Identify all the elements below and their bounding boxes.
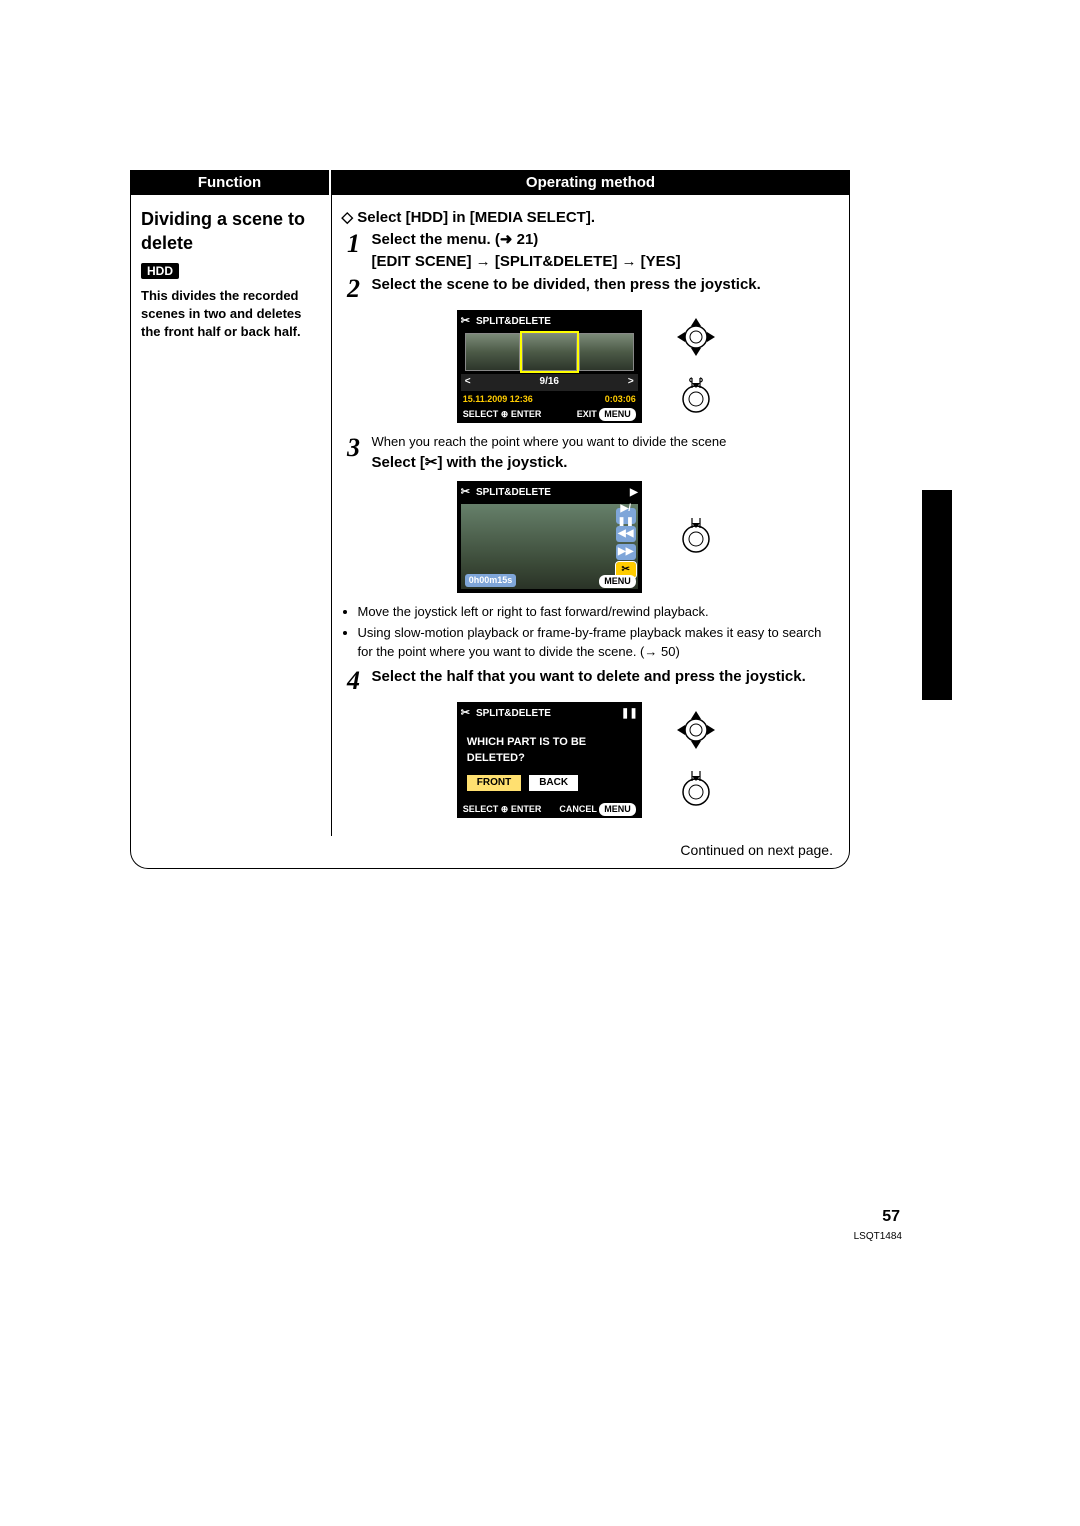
ms1-exit: EXIT [577, 409, 597, 419]
scissors-icon-3: ✂ [461, 706, 470, 722]
thumb-1 [465, 333, 520, 371]
ffwd-icon: ▶▶ [616, 544, 636, 560]
joystick-press-icon [668, 372, 724, 422]
thumb-3 [579, 333, 634, 371]
document-id: LSQT1484 [854, 1231, 902, 1242]
ms2-play: ▶ [630, 486, 638, 501]
ms1-select: SELECT [463, 409, 499, 419]
header-operating-method: Operating method [330, 170, 850, 195]
ms3-menu: MENU [599, 803, 636, 816]
step3-text-before: Select [ [372, 454, 425, 471]
function-description: This divides the recorded scenes in two … [141, 287, 321, 342]
ms2-title: SPLIT&DELETE [476, 486, 551, 501]
nav-left: < [465, 375, 471, 390]
ms3-enter: ENTER [511, 804, 542, 814]
ms3-title: SPLIT&DELETE [476, 707, 551, 722]
diamond-icon: ◇ [342, 209, 354, 226]
screenshot-choose-delete: ✂ SPLIT&DELETE ❚❚ WHICH PART IS TO BE DE… [457, 702, 642, 818]
timecode: 0h00m15s [465, 574, 517, 587]
front-button: FRONT [467, 775, 521, 792]
joystick-press-icon-2 [668, 512, 724, 562]
ms2-menu: MENU [599, 575, 636, 588]
scissors-icon: ✂ [461, 314, 470, 330]
step2-text: Select the scene to be divided, then pre… [372, 274, 840, 296]
ms3-question: WHICH PART IS TO BE DELETED? [467, 735, 632, 767]
ms1-date: 15.11.2009 12:36 [463, 393, 533, 406]
screenshot-playback: ✂ SPLIT&DELETE ▶ ▶/❚❚ ◀◀ ▶▶ ✂ [457, 481, 642, 593]
step1-ref: 21) [512, 231, 538, 248]
step1-text-b: [EDIT SCENE] → [SPLIT&DELETE] → [YES] [372, 251, 840, 273]
step3-text-after: ] with the joystick. [437, 454, 567, 471]
ms1-duration: 0:03:06 [605, 393, 636, 406]
joystick-dpad-icon-2 [668, 705, 724, 755]
note-2: Using slow-motion playback or frame-by-f… [358, 624, 840, 662]
nav-count: 9/16 [540, 375, 559, 390]
thumb-2-selected [522, 333, 577, 371]
rewind-icon: ◀◀ [616, 526, 636, 542]
continued-text: Continued on next page. [131, 836, 849, 868]
note-1: Move the joystick left or right to fast … [358, 603, 840, 622]
step-number-3: 3 [342, 433, 366, 461]
scissors-icon-2: ✂ [461, 485, 470, 501]
back-button: BACK [529, 775, 578, 792]
ms3-cancel: CANCEL [559, 804, 596, 814]
select-hdd-line: ◇ Select [HDD] in [MEDIA SELECT]. [342, 207, 840, 229]
step-number-4: 4 [342, 666, 366, 694]
step-number-1: 1 [342, 229, 366, 257]
step3-text-a: When you reach the point where you want … [372, 433, 840, 452]
hdd-badge: HDD [141, 263, 179, 279]
ms1-enter: ENTER [511, 409, 542, 419]
header-function: Function [130, 170, 330, 195]
page-number: 57 [882, 1208, 900, 1226]
ms1-menu: MENU [599, 408, 636, 421]
joystick-press-icon-3 [668, 765, 724, 815]
nav-right: > [628, 375, 634, 390]
scissors-icon-inline: ✂ [425, 454, 438, 471]
step4-text: Select the half that you want to delete … [372, 666, 840, 688]
ms3-select: SELECT [463, 804, 499, 814]
ms1-title: SPLIT&DELETE [476, 315, 551, 330]
side-tab [922, 490, 952, 700]
joystick-dpad-icon [668, 312, 724, 362]
ms3-pause: ❚❚ [621, 707, 638, 722]
step1-text-a: Select the menu. ( [372, 231, 500, 248]
play-pause-icon: ▶/❚❚ [616, 508, 636, 524]
function-title: Dividing a scene to delete [141, 207, 321, 256]
step-number-2: 2 [342, 274, 366, 302]
screenshot-thumbnails: ✂ SPLIT&DELETE < 9/16 [457, 310, 642, 423]
arrow-right-icon: ➜ [500, 231, 513, 248]
